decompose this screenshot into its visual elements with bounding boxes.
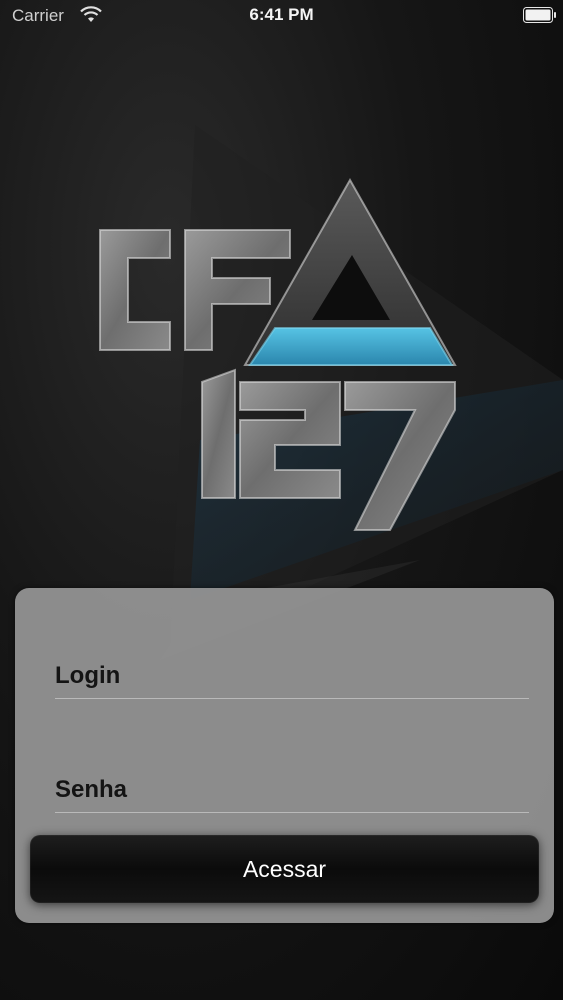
- login-field[interactable]: Login: [55, 648, 533, 700]
- login-card: Login Senha Acessar: [15, 588, 554, 923]
- login-screen: Carrier 6:41 PM Login Senha Acessar: [0, 0, 563, 1000]
- login-input[interactable]: [55, 648, 533, 700]
- password-field[interactable]: Senha: [55, 762, 533, 814]
- cf-a-127-logo: [99, 177, 457, 531]
- password-input[interactable]: [55, 762, 533, 814]
- submit-button[interactable]: Acessar: [30, 835, 539, 903]
- battery-icon: [523, 7, 557, 28]
- status-time: 6:41 PM: [249, 5, 314, 24]
- status-bar: Carrier 6:41 PM: [0, 0, 563, 32]
